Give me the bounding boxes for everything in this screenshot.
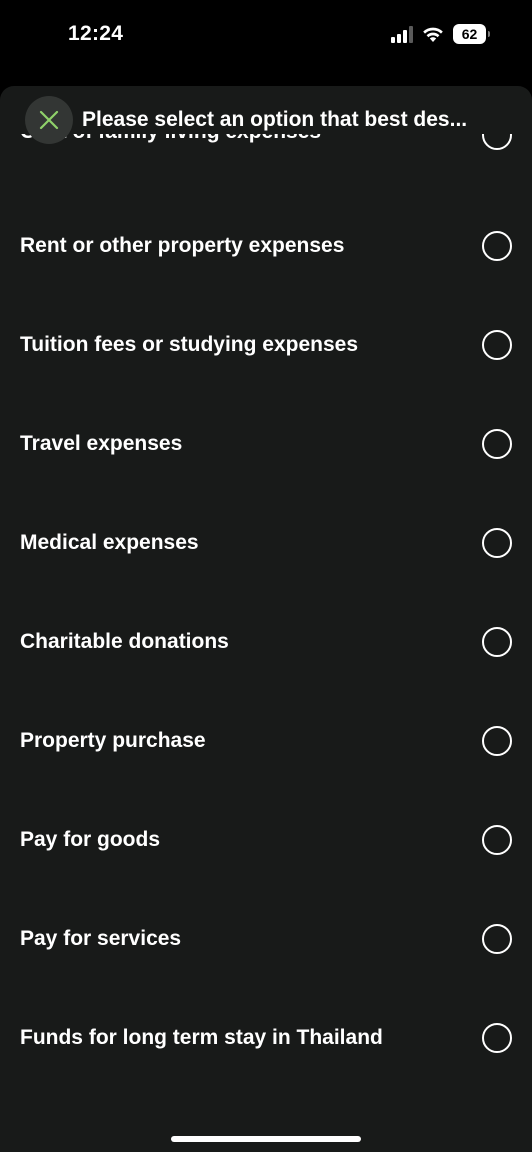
option-label: Travel expenses (20, 431, 183, 455)
home-indicator[interactable] (171, 1136, 361, 1142)
radio-button[interactable] (482, 230, 512, 261)
option-row-tuition[interactable]: Tuition fees or studying expenses (0, 295, 532, 394)
radio-button[interactable] (482, 626, 512, 657)
radio-button[interactable] (482, 527, 512, 558)
option-label: Property purchase (20, 728, 206, 752)
option-label: Funds for long term stay in Thailand (20, 1025, 383, 1049)
radio-button[interactable] (482, 329, 512, 360)
option-label: Rent or other property expenses (20, 233, 345, 257)
close-icon (39, 110, 59, 130)
radio-button[interactable] (482, 1022, 512, 1053)
options-list: Rent or other property expenses Tuition … (0, 196, 532, 1087)
radio-button[interactable] (482, 725, 512, 756)
option-label: Pay for services (20, 926, 182, 950)
radio-button[interactable] (482, 824, 512, 855)
status-icons: 62 (391, 24, 490, 44)
close-button[interactable] (25, 96, 73, 144)
sheet-title: Please select an option that best des... (82, 108, 468, 131)
option-label: Charitable donations (20, 629, 229, 653)
option-row-medical[interactable]: Medical expenses (0, 493, 532, 592)
option-label: Tuition fees or studying expenses (20, 332, 359, 356)
option-row-rent[interactable]: Rent or other property expenses (0, 196, 532, 295)
selection-sheet: Cost of family living expenses Please se… (0, 86, 532, 1152)
battery-level: 62 (461, 26, 478, 42)
radio-button[interactable] (482, 428, 512, 459)
cellular-signal-icon (391, 25, 413, 43)
battery-icon: 62 (453, 24, 490, 44)
status-time: 12:24 (68, 22, 124, 45)
option-row-long-term-stay[interactable]: Funds for long term stay in Thailand (0, 988, 532, 1087)
option-row-property-purchase[interactable]: Property purchase (0, 691, 532, 790)
radio-button[interactable] (482, 923, 512, 954)
option-row-travel[interactable]: Travel expenses (0, 394, 532, 493)
option-row-goods[interactable]: Pay for goods (0, 790, 532, 889)
option-label: Pay for goods (20, 827, 161, 851)
option-row-charity[interactable]: Charitable donations (0, 592, 532, 691)
sheet-header: Please select an option that best des... (25, 96, 516, 144)
wifi-icon (423, 27, 443, 42)
option-label: Medical expenses (20, 530, 199, 554)
option-row-services[interactable]: Pay for services (0, 889, 532, 988)
status-bar: 12:24 62 (0, 0, 532, 80)
